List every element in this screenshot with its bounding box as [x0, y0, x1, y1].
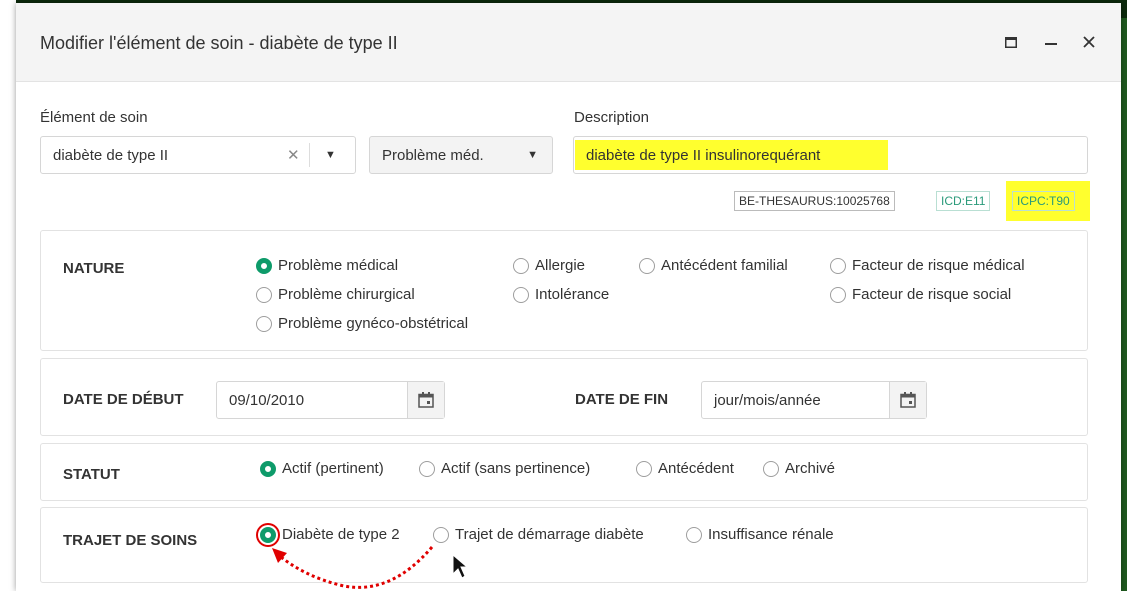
- annotation-overlay: [272, 546, 469, 589]
- background-app-left-panel: [0, 0, 16, 591]
- edit-care-element-dialog: Modifier l'élément de soin - diabète de …: [16, 3, 1121, 591]
- annotation-arrowhead: [272, 548, 287, 563]
- mouse-cursor-icon: [452, 553, 469, 579]
- annotation-arrow: [275, 546, 434, 589]
